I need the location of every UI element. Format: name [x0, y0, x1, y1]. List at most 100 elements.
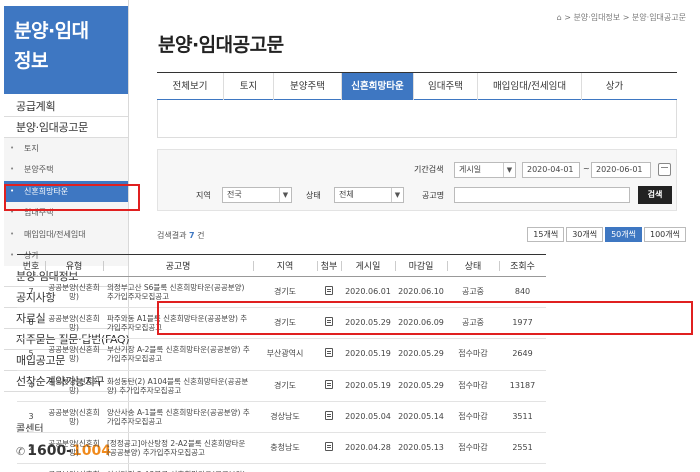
page-size-button[interactable]: 15개씩 — [527, 227, 565, 242]
cell-type: 공공분양(신혼희망) — [48, 314, 100, 333]
sidebar-item[interactable]: 분양주택 — [4, 159, 128, 181]
page-title: 분양·임대공고문 — [158, 34, 284, 56]
name-label: 공고명 — [422, 191, 445, 200]
sidebar-item[interactable]: 매입임대/전세임대 — [4, 223, 128, 245]
result-suffix: 건 — [194, 231, 205, 240]
cell-name[interactable]: 파주와동 A1블록 신혼희망타운(공공분양) 추가입주자모집공고 — [103, 308, 253, 339]
cell-region: 경기도 — [273, 380, 297, 390]
page-size-button[interactable]: 50개씩 — [605, 227, 642, 242]
table-row[interactable]: 7 공공분양(신혼희망) 의정부고산 S6블록 신혼희망타운(공공분양) 추가입주자… — [17, 277, 546, 308]
page-size-selector: 15개씩 30개씩 50개씩 100개씩 — [525, 227, 686, 242]
cell-deadline: 2020.05.29 — [398, 380, 444, 390]
category-tabs: 전체보기 토지 분양주택 신혼희망타운 임대주택 매입임대/전세임대 상가 — [157, 72, 677, 100]
column-header: 번호 — [22, 262, 40, 272]
page-size-button[interactable]: 30개씩 — [566, 227, 604, 242]
cell-deadline: 2020.05.29 — [398, 349, 444, 359]
cell-no: 5 — [28, 349, 34, 359]
cell-region: 부산광역시 — [266, 349, 304, 359]
cell-status: 접수마감 — [458, 443, 488, 453]
table-row[interactable]: 6 공공분양(신혼희망) 파주와동 A1블록 신혼희망타운(공공분양) 추가입주자모… — [17, 308, 546, 339]
tab[interactable]: 전체보기 — [157, 73, 223, 100]
sidebar-item[interactable]: 신혼희망타운 — [4, 180, 128, 203]
region-label: 지역 — [196, 191, 211, 200]
cell-views: 2649 — [512, 349, 533, 359]
sidebar-title-line1: 분양·임대 — [14, 20, 89, 42]
sidebar-item[interactable]: 임대주택 — [4, 202, 128, 224]
tab[interactable]: 신혼희망타운 — [341, 73, 413, 100]
cell-type: 공공분양(신혼희망) — [45, 464, 103, 472]
chevron-down-icon: ▼ — [391, 188, 403, 202]
column-header: 조회수 — [499, 255, 546, 277]
tab[interactable]: 분양주택 — [273, 73, 341, 100]
table-row[interactable]: 2 공공분양(신혼희망) [정정공고]아산탕정 2-A2블록 신혼희망타운(공공분양… — [17, 432, 546, 464]
breadcrumb[interactable]: ⌂ > 분양·임대정보 > 분양·임대공고문 — [557, 12, 686, 23]
date-separator: ~ — [583, 164, 590, 173]
cell-region: 경기도 — [273, 318, 297, 328]
status-label: 상태 — [306, 191, 321, 200]
attachment-icon[interactable] — [325, 442, 333, 452]
table-row[interactable]: 4 공공분양(신혼희망) 화성동탄(2) A104블록 신혼희망타운(공공분양) 추… — [17, 370, 546, 402]
cell-posted: 2020.04.28 — [341, 464, 395, 472]
cell-region: 경기도 — [273, 287, 297, 297]
attachment-icon[interactable] — [325, 286, 333, 296]
cell-name[interactable]: 아산탕정 2-A2블록 신혼희망타운(공공분양) 추가입주자모집공고 — [103, 464, 253, 472]
search-button[interactable]: 검색 — [638, 186, 672, 204]
sidebar-title-line2: 정보 — [14, 50, 48, 72]
sidebar-header: 분양·임대 정보 — [4, 6, 128, 94]
cell-deadline: 2020.05.13 — [398, 443, 444, 453]
attachment-icon[interactable] — [325, 317, 333, 327]
attachment-icon[interactable] — [325, 348, 333, 358]
cell-posted: 2020.05.04 — [345, 411, 391, 421]
date-from-input[interactable]: 2020-04-01 — [522, 162, 580, 178]
attachment-cell — [317, 370, 341, 401]
attachment-cell — [317, 277, 341, 308]
attachment-icon[interactable] — [325, 410, 333, 420]
tab[interactable]: 상가 — [581, 73, 647, 100]
table-body: 7 공공분양(신혼희망) 의정부고산 S6블록 신혼희망타운(공공분양) 추가입주자… — [17, 277, 546, 472]
column-header: 마감일 — [395, 255, 447, 277]
cell-type: 공공분양(신혼희망) — [48, 407, 100, 426]
attachment-cell — [317, 401, 341, 432]
column-header: 상태 — [447, 255, 499, 277]
sidebar-item[interactable]: 공급계획 — [4, 96, 128, 117]
region-select-value: 전국 — [227, 190, 242, 199]
table-row[interactable]: 1공공분양(신혼희망)아산탕정 2-A2블록 신혼희망타운(공공분양) 추가입주… — [17, 464, 546, 472]
period-select[interactable]: 게시일 ▼ — [454, 162, 516, 178]
tab[interactable]: 토지 — [223, 73, 273, 100]
status-select[interactable]: 전체 ▼ — [334, 187, 404, 203]
cell-name[interactable]: 화성동탄(2) A104블록 신혼희망타운(공공분양) 추가입주자모집공고 — [103, 370, 253, 401]
cell-no: 7 — [28, 287, 34, 297]
attachment-cell — [317, 464, 341, 472]
cell-type: 공공분양(신혼희망) — [48, 345, 100, 364]
column-header: 첨부 — [317, 255, 341, 277]
tab[interactable]: 매입임대/전세임대 — [477, 73, 581, 100]
sidebar-item[interactable]: 토지 — [4, 138, 128, 160]
cell-posted: 2020.04.28 — [345, 443, 391, 453]
notice-name-input[interactable] — [454, 187, 630, 203]
cell-name[interactable]: 양산사송 A-1블록 신혼희망타운(공공분양) 추가입주자모집공고 — [103, 401, 253, 432]
cell-name[interactable]: 의정부고산 S6블록 신혼희망타운(공공분양) 추가입주자모집공고 — [103, 277, 253, 308]
period-select-value: 게시일 — [459, 165, 482, 174]
attachment-icon[interactable] — [325, 379, 333, 389]
table-row[interactable]: 5 공공분양(신혼희망) 부산기장 A-2블록 신혼희망타운(공공분양) 추가입주자… — [17, 339, 546, 371]
result-prefix: 검색결과 — [157, 231, 189, 240]
cell-region: 경상남도 — [270, 411, 300, 421]
date-to-input[interactable]: 2020-06-01 — [591, 162, 651, 178]
cell-views: 840 — [514, 287, 531, 297]
cell-name[interactable]: [정정공고]아산탕정 2-A2블록 신혼희망타운(공공분양) 추가입주자모집공고 — [103, 432, 253, 463]
cell-posted: 2020.05.29 — [345, 318, 391, 328]
sidebar-item[interactable]: 분양·임대공고문 — [4, 117, 128, 138]
cell-views: 2551 — [512, 443, 533, 453]
cell-views: 1977 — [512, 318, 533, 328]
tab-subarea — [157, 100, 677, 138]
tab[interactable]: 임대주택 — [413, 73, 477, 100]
table-row[interactable]: 3 공공분양(신혼희망) 양산사송 A-1블록 신혼희망타운(공공분양) 추가입주자… — [17, 401, 546, 433]
cell-deadline: 2020.06.10 — [398, 287, 444, 297]
cell-deadline: 2020.05.13 — [395, 464, 447, 472]
cell-name[interactable]: 부산기장 A-2블록 신혼희망타운(공공분양) 추가입주자모집공고 — [103, 339, 253, 370]
calendar-icon[interactable] — [658, 163, 671, 176]
cell-status: 공고중 — [461, 287, 485, 297]
cell-posted: 2020.06.01 — [345, 287, 391, 297]
region-select[interactable]: 전국 ▼ — [222, 187, 292, 203]
page-size-button[interactable]: 100개씩 — [644, 227, 686, 242]
